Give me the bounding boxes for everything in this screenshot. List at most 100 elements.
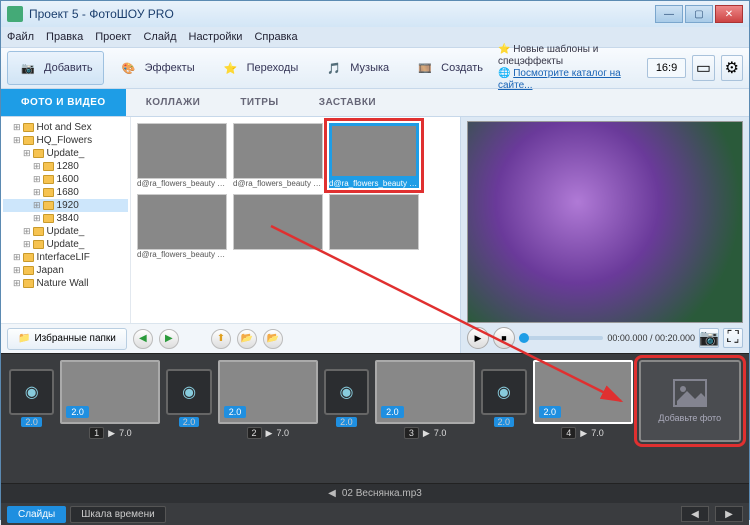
thumbnail-image bbox=[137, 123, 227, 179]
tree-node[interactable]: ⊞1280 bbox=[3, 160, 128, 173]
transition-duration: 2.0 bbox=[179, 417, 200, 427]
audio-track[interactable]: ◀ 02 Веснянка.mp3 bbox=[1, 483, 749, 503]
time-display: 00:00.000 / 00:20.000 bbox=[607, 333, 695, 343]
timeline[interactable]: ◉2.02.01 ▶ 7.0◉2.02.02 ▶ 7.0◉2.02.03 ▶ 7… bbox=[1, 353, 749, 483]
create-button[interactable]: 🎞️ Создать bbox=[404, 51, 494, 85]
tree-node[interactable]: ⊞Update_ bbox=[3, 147, 128, 160]
tab-screensavers[interactable]: ЗАСТАВКИ bbox=[299, 89, 396, 116]
snapshot-button[interactable]: 📷 bbox=[699, 328, 719, 348]
folder-icon bbox=[43, 188, 54, 197]
settings-button[interactable]: ⚙ bbox=[721, 55, 743, 81]
screen-fit-button[interactable]: ▭ bbox=[692, 55, 714, 81]
fullscreen-button[interactable]: ⛶ bbox=[723, 328, 743, 348]
folder-icon bbox=[43, 162, 54, 171]
slide-trans-badge: 2.0 bbox=[539, 406, 562, 418]
thumbnail-caption: d@ra_flowers_beauty (33 bbox=[137, 179, 227, 188]
promo-block: ⭐ Новые шаблоны и спецэффекты 🌐 Посмотри… bbox=[498, 44, 641, 92]
seek-bar[interactable] bbox=[519, 336, 603, 340]
thumbnail[interactable] bbox=[329, 194, 419, 259]
music-button[interactable]: 🎵 Музыка bbox=[313, 51, 400, 85]
thumbnail-image bbox=[137, 194, 227, 250]
image-placeholder-icon bbox=[673, 379, 707, 407]
tree-node[interactable]: ⊞Update_ bbox=[3, 238, 128, 251]
favorites-button[interactable]: 📁 Избранные папки bbox=[7, 328, 127, 350]
slide-trans-badge: 2.0 bbox=[381, 406, 404, 418]
thumbnail-caption: d@ra_flowers_beauty (45 bbox=[233, 179, 323, 188]
transition-slot[interactable]: ◉2.0 bbox=[324, 369, 369, 415]
tree-node[interactable]: ⊞1600 bbox=[3, 173, 128, 186]
menu-project[interactable]: Проект bbox=[95, 31, 131, 43]
minimize-button[interactable]: — bbox=[655, 5, 683, 23]
play-button[interactable]: ▶ bbox=[467, 327, 489, 349]
folder-icon bbox=[43, 214, 54, 223]
folder-tree[interactable]: ⊞Hot and Sex⊞HQ_Flowers⊞Update_⊞1280⊞160… bbox=[1, 117, 131, 323]
nav-back-button[interactable]: ◀ bbox=[133, 329, 153, 349]
tab-titles[interactable]: ТИТРЫ bbox=[220, 89, 298, 116]
preview-controls: ▶ ■ 00:00.000 / 00:20.000 📷 ⛶ bbox=[467, 323, 743, 349]
thumbnail[interactable]: d@ra_flowers_beauty (33 bbox=[137, 123, 227, 188]
menu-edit[interactable]: Правка bbox=[46, 31, 83, 43]
timeline-slide[interactable]: 2.02 ▶ 7.0 bbox=[218, 360, 318, 439]
menu-help[interactable]: Справка bbox=[254, 31, 297, 43]
tree-node[interactable]: ⊞1680 bbox=[3, 186, 128, 199]
folder-action1-button[interactable]: 📂 bbox=[237, 329, 257, 349]
folder-icon bbox=[23, 123, 34, 132]
transition-slot[interactable]: ◉2.0 bbox=[9, 369, 54, 415]
add-photo-slot[interactable]: Добавьте фото bbox=[639, 360, 742, 442]
maximize-button[interactable]: ▢ bbox=[685, 5, 713, 23]
tree-node[interactable]: ⊞InterfaceLIF bbox=[3, 251, 128, 264]
slide-duration: 7.0 bbox=[119, 428, 132, 438]
transition-duration: 2.0 bbox=[21, 417, 42, 427]
tab-collage[interactable]: КОЛЛАЖИ bbox=[126, 89, 221, 116]
add-label: Добавить bbox=[44, 62, 93, 74]
preview-panel: ▶ ■ 00:00.000 / 00:20.000 📷 ⛶ bbox=[461, 117, 749, 353]
thumbnail[interactable] bbox=[233, 194, 323, 259]
transition-slot[interactable]: ◉2.0 bbox=[481, 369, 526, 415]
timeline-slide[interactable]: 2.01 ▶ 7.0 bbox=[60, 360, 160, 439]
thumbnail-image bbox=[329, 194, 419, 250]
timeline-slide[interactable]: 2.03 ▶ 7.0 bbox=[375, 360, 475, 439]
transition-slot[interactable]: ◉2.0 bbox=[166, 369, 211, 415]
menu-settings[interactable]: Настройки bbox=[189, 31, 243, 43]
thumbnail-image bbox=[233, 123, 323, 179]
tree-node[interactable]: ⊞1920 bbox=[3, 199, 128, 212]
folder-icon bbox=[23, 136, 34, 145]
tree-node[interactable]: ⊞HQ_Flowers bbox=[3, 134, 128, 147]
thumbnail[interactable]: d@ra_flowers_beauty (47 bbox=[137, 194, 227, 259]
create-label: Создать bbox=[441, 62, 483, 74]
tree-node[interactable]: ⊞Japan bbox=[3, 264, 128, 277]
tree-node[interactable]: ⊞3840 bbox=[3, 212, 128, 225]
transitions-button[interactable]: ⭐ Переходы bbox=[210, 51, 310, 85]
slide-duration: 7.0 bbox=[591, 428, 604, 438]
star-icon: ⭐ bbox=[221, 58, 241, 78]
folder-up-button[interactable]: ⬆ bbox=[211, 329, 231, 349]
folder-star-icon: 📁 bbox=[18, 333, 30, 344]
tree-node[interactable]: ⊞Update_ bbox=[3, 225, 128, 238]
folder-icon bbox=[33, 240, 44, 249]
tree-node[interactable]: ⊞Hot and Sex bbox=[3, 121, 128, 134]
timeline-slide[interactable]: 2.04 ▶ 7.0 bbox=[533, 360, 633, 439]
add-button[interactable]: 📷 Добавить bbox=[7, 51, 104, 85]
nav-forward-button[interactable]: ▶ bbox=[159, 329, 179, 349]
window-title: Проект 5 - ФотоШОУ PRO bbox=[29, 7, 174, 21]
menu-slide[interactable]: Слайд bbox=[143, 31, 176, 43]
close-button[interactable]: ✕ bbox=[715, 5, 743, 23]
aspect-ratio[interactable]: 16:9 bbox=[647, 58, 686, 78]
folder-icon bbox=[23, 266, 34, 275]
favorites-label: Избранные папки bbox=[34, 333, 115, 344]
thumbnail[interactable]: d@ra_flowers_beauty (45 bbox=[233, 123, 323, 188]
promo-link[interactable]: Посмотрите каталог на сайте... bbox=[498, 68, 621, 91]
titlebar: Проект 5 - ФотоШОУ PRO — ▢ ✕ bbox=[1, 1, 749, 27]
effects-button[interactable]: 🎨 Эффекты bbox=[108, 51, 206, 85]
folder-icon bbox=[43, 201, 54, 210]
tab-photo-video[interactable]: ФОТО И ВИДЕО bbox=[1, 89, 126, 116]
folder-icon bbox=[33, 227, 44, 236]
effects-label: Эффекты bbox=[145, 62, 195, 74]
thumbnail-grid: d@ra_flowers_beauty (33 d@ra_flowers_beau… bbox=[131, 117, 460, 323]
thumbnail[interactable]: d@ra_flowers_beauty (46... bbox=[329, 123, 419, 188]
folder-action2-button[interactable]: 📂 bbox=[263, 329, 283, 349]
stop-button[interactable]: ■ bbox=[493, 327, 515, 349]
thumbnail-image bbox=[233, 194, 323, 250]
tree-node[interactable]: ⊞Nature Wall bbox=[3, 277, 128, 290]
menu-file[interactable]: Файл bbox=[7, 31, 34, 43]
